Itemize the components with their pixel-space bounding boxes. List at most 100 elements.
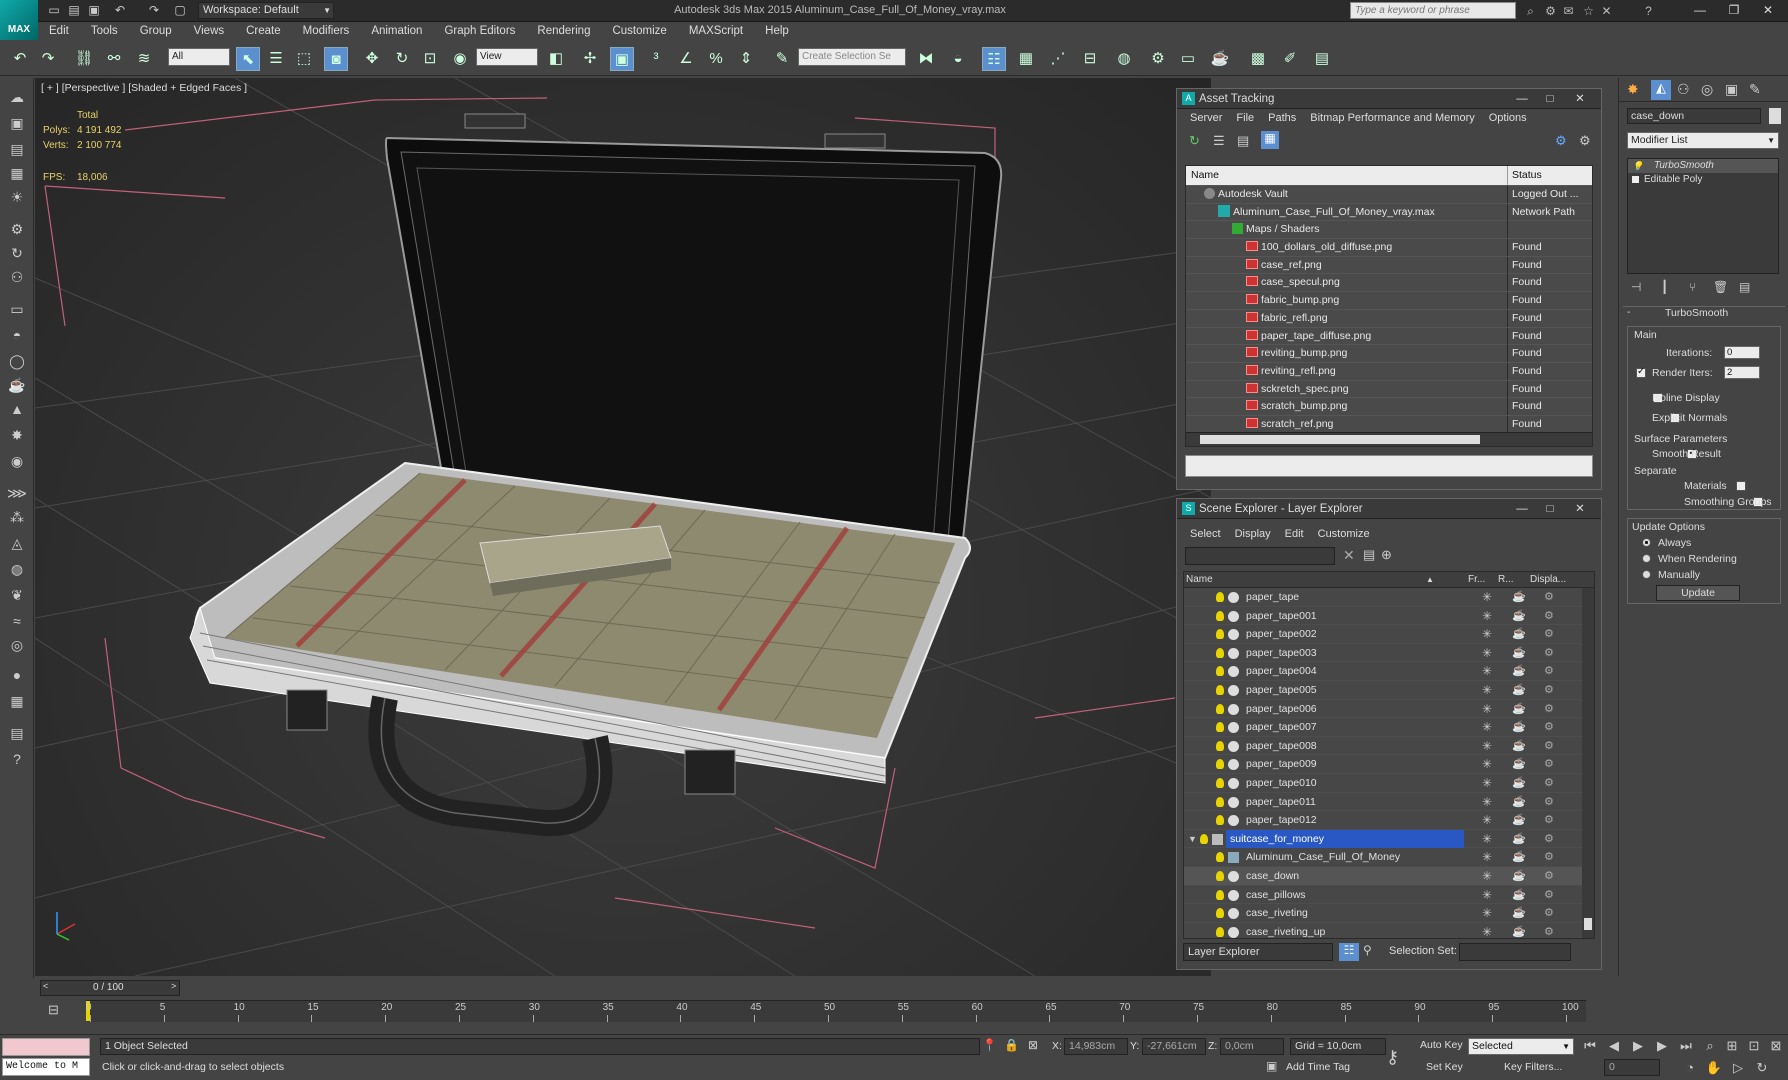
configure-sets-icon[interactable]: ▤ [1739, 280, 1750, 294]
lightbulb-icon[interactable] [1216, 740, 1224, 751]
select-and-rotate-icon[interactable]: ↻ [390, 47, 414, 71]
hierarchy-mode-icon[interactable]: ⚲ [1363, 943, 1372, 957]
zoom-all-icon[interactable]: ⊞ [1722, 1037, 1742, 1055]
maxscript-mini-listener[interactable]: Welcome to M [2, 1058, 90, 1076]
layer-row[interactable]: ▼ suitcase_for_money ✳ ☕ ⚙ [1184, 829, 1594, 849]
display-settings-icon[interactable]: ⚙ [1544, 811, 1554, 829]
communication-center-icon[interactable]: ✉ [1560, 3, 1577, 19]
scene-object-row[interactable]: case_riveting ✳ ☕ ⚙ [1184, 904, 1594, 923]
freeze-icon[interactable]: ✳ [1482, 607, 1492, 625]
display-settings-icon[interactable]: ⚙ [1544, 625, 1554, 643]
vault-status-icon[interactable]: ⚙ [1555, 133, 1567, 149]
freeze-icon[interactable]: ✳ [1482, 755, 1492, 773]
redo-icon[interactable]: ↷ [36, 47, 60, 71]
render-grid-icon[interactable]: ▦ [6, 690, 28, 712]
freeze-icon[interactable]: ✳ [1482, 793, 1492, 811]
renderable-icon[interactable]: ☕ [1512, 923, 1526, 938]
display-tab-icon[interactable]: ▣ [1725, 81, 1738, 98]
stack-item-editable-poly[interactable]: Editable Poly [1628, 173, 1778, 187]
renderable-icon[interactable]: ☕ [1512, 625, 1526, 643]
spinner-snap-icon[interactable]: ⇕ [734, 47, 758, 71]
zoom-extents-icon[interactable]: ⊡ [1744, 1037, 1764, 1055]
percent-snap-icon[interactable]: % [704, 47, 728, 71]
dome-icon[interactable]: ◓ [6, 324, 28, 346]
maximize-icon[interactable]: □ [1539, 89, 1561, 109]
manually-radio[interactable] [1642, 570, 1651, 579]
close-window-button[interactable]: ✕ [1754, 0, 1782, 20]
z-coordinate-field[interactable]: 0,0cm [1220, 1038, 1284, 1055]
selection-set-dropdown[interactable] [1459, 943, 1571, 961]
create-layer-icon[interactable]: ⊕ [1381, 547, 1392, 563]
display-settings-icon[interactable]: ⚙ [1544, 588, 1554, 606]
new-file-icon[interactable]: ▭ [46, 3, 62, 18]
scene-object-row[interactable]: paper_tape006 ✳ ☕ ⚙ [1184, 700, 1594, 719]
pen-icon[interactable]: ✐ [1278, 47, 1302, 71]
update-button[interactable]: Update [1656, 585, 1740, 601]
lightbulb-icon[interactable] [1216, 815, 1224, 826]
explorer-mode-dropdown[interactable]: Layer Explorer [1183, 943, 1333, 961]
freeze-icon[interactable]: ✳ [1482, 886, 1492, 904]
lightbulb-icon[interactable] [1216, 796, 1224, 807]
lightbulb-icon[interactable]: 💡 [1632, 159, 1643, 173]
subscription-icon[interactable]: ⚙ [1542, 3, 1559, 19]
next-frame-icon[interactable]: ▶ [1652, 1037, 1672, 1055]
asset-menu-bitmap[interactable]: Bitmap Performance and Memory [1303, 109, 1481, 129]
camera-icon[interactable]: ▣ [6, 112, 28, 134]
create-icon[interactable]: ☁ [6, 86, 28, 108]
scene-scroll-thumb[interactable] [1584, 918, 1592, 930]
scene-explorer-titlebar[interactable]: S Scene Explorer - Layer Explorer — □ ✕ [1177, 499, 1601, 519]
asset-row[interactable]: Maps / Shaders [1186, 221, 1592, 240]
remove-modifier-icon[interactable]: 🗑 [1713, 280, 1728, 294]
modifier-list-dropdown[interactable]: Modifier List ▼ [1627, 132, 1779, 149]
open-file-icon[interactable]: ▤ [66, 3, 82, 18]
asset-row[interactable]: fabric_refl.png Found [1186, 309, 1592, 328]
absolute-mode-icon[interactable]: ⊠ [1028, 1038, 1038, 1052]
asset-row[interactable]: case_specul.png Found [1186, 274, 1592, 293]
track-bar[interactable]: 0 5 10 15 20 25 30 35 40 45 50 55 60 65 70 75 80 85 90 95 10… [86, 1000, 1586, 1022]
object-color-swatch[interactable] [1769, 108, 1781, 124]
renderable-icon[interactable]: ☕ [1512, 662, 1526, 680]
scene-menu-display[interactable]: Display [1228, 525, 1278, 545]
scene-object-row[interactable]: paper_tape ✳ ☕ ⚙ [1184, 588, 1594, 607]
sun-icon[interactable]: ✸ [6, 424, 28, 446]
field-of-view-icon[interactable]: ▷ [1728, 1059, 1748, 1077]
select-and-manipulate-icon[interactable]: ✢ [578, 47, 602, 71]
grid-icon[interactable]: ▦ [6, 162, 28, 184]
asset-row[interactable]: fabric_bump.png Found [1186, 292, 1592, 310]
asset-tracking-titlebar[interactable]: A Asset Tracking — □ ✕ [1177, 89, 1601, 109]
lightbulb-icon[interactable] [1216, 592, 1224, 602]
lightbulb-icon[interactable] [1216, 703, 1224, 714]
set-key-button[interactable]: Set Key [1426, 1061, 1463, 1073]
schematic-view-icon[interactable]: ⊟ [1078, 47, 1102, 71]
time-slider-prev-icon[interactable]: < [43, 981, 48, 991]
renderable-icon[interactable]: ☕ [1512, 811, 1526, 829]
selection-filter-dropdown[interactable]: All [168, 48, 230, 66]
display-settings-icon[interactable]: ⚙ [1544, 923, 1554, 938]
renderable-icon[interactable]: ☕ [1512, 737, 1526, 755]
wheel-icon[interactable]: ⚙ [6, 218, 28, 240]
menu-maxscript[interactable]: MAXScript [678, 22, 754, 42]
teapot-icon[interactable]: ☕ [6, 374, 28, 396]
select-and-link-icon[interactable]: ⛓ [72, 47, 96, 71]
stack-item-turbosmooth[interactable]: 💡 TurboSmooth [1628, 159, 1778, 173]
menu-create[interactable]: Create [235, 22, 292, 42]
utilities-tab-icon[interactable]: ✎ [1749, 81, 1761, 98]
maximize-viewport-icon[interactable]: ⊠ [1766, 1037, 1786, 1055]
mirror-obj-icon[interactable]: ⚇ [6, 266, 28, 288]
renderable-icon[interactable]: ☕ [1512, 904, 1526, 922]
restore-window-button[interactable]: ❐ [1720, 0, 1748, 20]
display-settings-icon[interactable]: ⚙ [1544, 867, 1554, 885]
lightbulb-icon[interactable] [1200, 833, 1208, 844]
play-icon[interactable]: ▶ [1628, 1037, 1648, 1055]
use-pivot-point-icon[interactable]: ◧ [544, 47, 568, 71]
key-mode-dropdown[interactable]: Selected ▼ [1468, 1038, 1574, 1055]
freeze-icon[interactable]: ✳ [1482, 867, 1492, 885]
pan-icon[interactable]: ✋ [1704, 1059, 1724, 1077]
maximize-icon[interactable]: □ [1539, 499, 1561, 519]
select-and-place-icon[interactable]: ◉ [448, 47, 472, 71]
scene-object-row[interactable]: paper_tape009 ✳ ☕ ⚙ [1184, 755, 1594, 774]
lightbulb-icon[interactable] [1216, 610, 1224, 621]
current-frame-field[interactable]: 0 [1604, 1059, 1660, 1076]
close-icon[interactable]: ✕ [1569, 89, 1591, 109]
shape-icon[interactable]: ◬ [6, 532, 28, 554]
